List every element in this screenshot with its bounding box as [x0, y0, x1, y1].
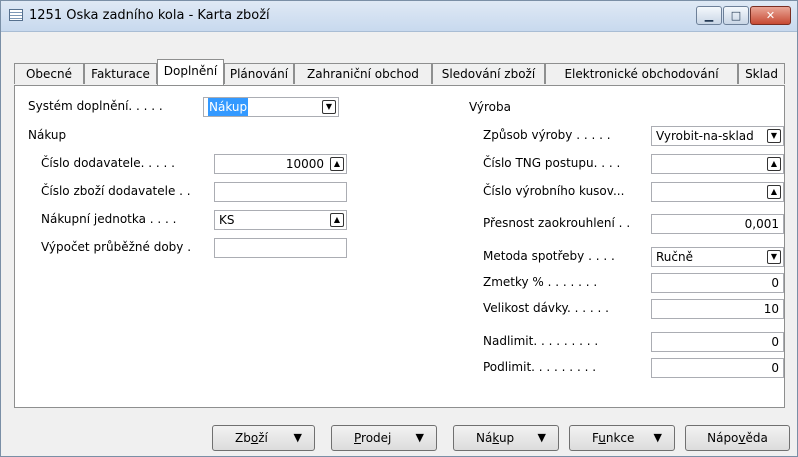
lot-size-field[interactable]: 10: [651, 299, 784, 319]
close-button[interactable]: ✕: [750, 6, 791, 25]
item-card-window: 1251 Oska zadního kola - Karta zboží ▁ □…: [0, 0, 798, 457]
minimize-button[interactable]: ▁: [696, 6, 722, 25]
sales-menu-button[interactable]: Prodej ▼: [331, 425, 437, 451]
chevron-down-icon[interactable]: ▼: [322, 100, 336, 114]
scrap-percent-field[interactable]: 0: [651, 273, 784, 293]
purchase-menu-button[interactable]: Nákup ▼: [453, 425, 559, 451]
lookup-icon[interactable]: ▲: [330, 157, 344, 171]
chevron-down-icon: ▼: [653, 431, 662, 444]
rounding-precision-label: Přesnost zaokrouhlení . .: [483, 216, 631, 230]
overlimit-field[interactable]: 0: [651, 332, 784, 352]
window-title: 1251 Oska zadního kola - Karta zboží: [29, 8, 270, 23]
production-section-title: Výroba: [469, 100, 511, 114]
underlimit-field[interactable]: 0: [651, 358, 784, 378]
lookup-icon[interactable]: ▲: [767, 185, 781, 199]
tab-panel-doplneni: Systém doplnění. . . . . Nákup ▼ Nákup Č…: [14, 85, 785, 408]
overlimit-label: Nadlimit. . . . . . . . .: [483, 334, 599, 348]
vendor-item-no-label: Číslo zboží dodavatele . .: [41, 184, 191, 198]
tab-sledovani-zbozi[interactable]: Sledování zboží: [432, 63, 545, 84]
tab-planovani[interactable]: Plánování: [224, 63, 294, 84]
production-bom-no-label: Číslo výrobního kusov...: [483, 184, 625, 198]
maximize-button[interactable]: □: [723, 6, 749, 25]
chevron-down-icon: ▼: [293, 431, 302, 444]
lot-size-label: Velikost dávky. . . . . .: [483, 301, 609, 315]
manufacturing-policy-select[interactable]: Vyrobit-na-sklad ▼: [651, 126, 784, 146]
lead-time-calc-field[interactable]: [214, 238, 347, 258]
functions-menu-button[interactable]: Funkce ▼: [569, 425, 675, 451]
purchase-unit-field[interactable]: KS ▲: [214, 210, 347, 230]
lookup-icon[interactable]: ▲: [330, 213, 344, 227]
vendor-no-field[interactable]: 10000 ▲: [214, 154, 347, 174]
manufacturing-policy-label: Způsob výroby . . . . .: [483, 128, 611, 142]
tab-fakturace[interactable]: Fakturace: [84, 63, 157, 84]
routing-no-field[interactable]: ▲: [651, 154, 784, 174]
tab-zahranicni-obchod[interactable]: Zahraniční obchod: [294, 63, 432, 84]
flushing-method-label: Metoda spotřeby . . . .: [483, 249, 615, 263]
routing-no-label: Číslo TNG postupu. . . .: [483, 156, 621, 170]
purchase-unit-label: Nákupní jednotka . . . .: [41, 212, 177, 226]
underlimit-label: Podlimit. . . . . . . . .: [483, 360, 597, 374]
replenishment-system-label: Systém doplnění. . . . .: [28, 99, 163, 113]
chevron-down-icon[interactable]: ▼: [767, 250, 781, 264]
replenishment-system-select[interactable]: Nákup ▼: [203, 97, 339, 117]
vendor-no-label: Číslo dodavatele. . . . .: [41, 156, 175, 170]
tab-sklad[interactable]: Sklad: [738, 63, 785, 84]
item-menu-button[interactable]: Zboží ▼: [212, 425, 315, 451]
production-bom-no-field[interactable]: ▲: [651, 182, 784, 202]
tab-obecne[interactable]: Obecné: [14, 63, 84, 84]
tab-doplneni[interactable]: Doplnění: [157, 59, 224, 85]
rounding-precision-field[interactable]: 0,001: [651, 214, 784, 234]
lead-time-calc-label: Výpočet průběžné doby .: [41, 240, 192, 254]
tab-elektronicke-obchodovani[interactable]: Elektronické obchodování: [545, 63, 738, 84]
help-button[interactable]: Nápověda: [685, 425, 790, 451]
lookup-icon[interactable]: ▲: [767, 157, 781, 171]
chevron-down-icon[interactable]: ▼: [767, 129, 781, 143]
purchase-section-title: Nákup: [28, 128, 67, 142]
flushing-method-select[interactable]: Ručně ▼: [651, 247, 784, 267]
title-bar[interactable]: 1251 Oska zadního kola - Karta zboží ▁ □…: [1, 1, 797, 32]
form-icon: [9, 9, 23, 21]
scrap-percent-label: Zmetky % . . . . . . .: [483, 275, 598, 289]
chevron-down-icon: ▼: [415, 431, 424, 444]
vendor-item-no-field[interactable]: [214, 182, 347, 202]
chevron-down-icon: ▼: [537, 431, 546, 444]
